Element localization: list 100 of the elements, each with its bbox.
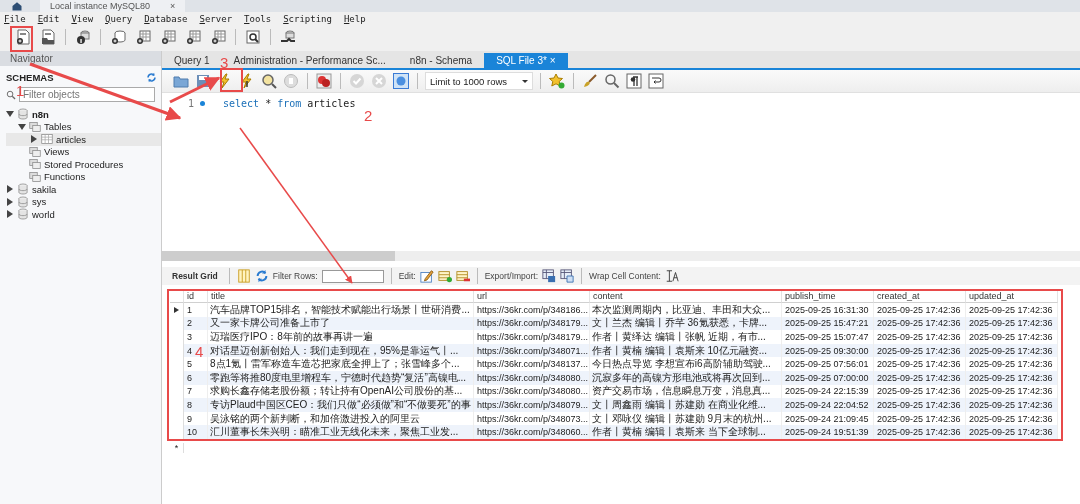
edit-label: Edit: — [398, 271, 416, 281]
import-icon[interactable] — [560, 269, 575, 283]
menu-item[interactable]: Scripting — [283, 13, 332, 24]
database-info-icon[interactable] — [75, 29, 91, 45]
code-token: articles — [307, 98, 356, 109]
search-icon[interactable] — [245, 29, 261, 45]
table-cell: 2025-09-25 17:42:36 — [969, 386, 1053, 397]
table-cell: 2025-09-25 17:42:36 — [969, 372, 1053, 383]
table-cell: 2025-09-25 17:42:36 — [969, 332, 1053, 342]
table-cell: 2025-09-25 17:42:36 — [969, 399, 1053, 410]
table-cell: 2025-09-25 17:42:36 — [877, 332, 961, 342]
menu-item[interactable]: Help — [343, 13, 366, 24]
result-grid-tab[interactable]: Result Grid — [172, 271, 222, 281]
table-cell: 1 — [187, 304, 192, 315]
tree-item[interactable]: sys — [6, 195, 157, 208]
brush-icon[interactable] — [582, 73, 598, 89]
tree-item[interactable]: articles — [6, 133, 161, 146]
collapsed-arrow-icon[interactable] — [6, 210, 14, 219]
table-cell: 2025-09-25 16:31:30 — [785, 304, 869, 315]
export-icon[interactable] — [542, 269, 557, 283]
table-cell: 8 — [187, 399, 192, 410]
tree-item[interactable]: sakila — [6, 183, 157, 196]
menu-item[interactable]: Database — [144, 13, 188, 24]
wrap-icon[interactable] — [648, 73, 664, 89]
add-database-icon[interactable] — [110, 29, 126, 45]
tree-item[interactable]: Tables — [6, 120, 157, 133]
tree-item[interactable]: world — [6, 208, 157, 221]
search-icon[interactable] — [604, 73, 620, 89]
menu-item[interactable]: View — [71, 13, 94, 24]
tree-item[interactable]: Views — [6, 145, 157, 158]
new-sql-file-icon[interactable] — [15, 29, 31, 45]
table-cell: 2025-09-25 15:07:47 — [785, 332, 869, 342]
table-cell: 又一家卡牌公司准备上市了 — [210, 316, 330, 331]
table-cell: 2025-09-25 15:47:21 — [785, 318, 869, 329]
table-cell: 2025-09-25 17:42:36 — [877, 386, 961, 397]
table-cell: 文丨邓咏仪 编辑丨苏建勋 9月末的杭州... — [592, 411, 772, 426]
editor-tab[interactable]: Query 1 — [162, 53, 222, 68]
table-cell: https://36kr.com/p/348073... — [477, 413, 589, 424]
editor-tab[interactable]: n8n - Schema — [397, 53, 485, 68]
connection-tab[interactable]: Local instance MySQL80 × — [40, 0, 186, 12]
table-cell: https://36kr.com/p/348060... — [477, 427, 589, 438]
table-cell: https://36kr.com/p/348079... — [477, 399, 589, 410]
folder-icon[interactable] — [173, 73, 189, 89]
reconnect-icon[interactable] — [280, 29, 296, 45]
menu-item[interactable]: Edit — [37, 13, 60, 24]
tree-item[interactable]: n8n — [6, 108, 157, 121]
code-token: * — [265, 98, 272, 109]
autocommit-icon[interactable] — [393, 73, 409, 89]
refresh-icon[interactable] — [146, 71, 157, 83]
menu-item[interactable]: Tools — [244, 13, 272, 24]
add-procedure-icon[interactable] — [185, 29, 201, 45]
table-cell: 沉寂多年的高镍方形电池或将再次回到... — [592, 370, 771, 385]
table-cell: 文丨周鑫雨 编辑丨苏建勋 在商业化维... — [592, 398, 766, 412]
table-cell: 零跑等将推80度电里增程车，宁德时代趋势“复活”高镍电... — [210, 370, 467, 385]
filter-rows-field[interactable] — [321, 269, 384, 283]
table-cell: 2025-09-25 17:42:36 — [877, 413, 961, 424]
table-cell: 今日热点导览 李想宣布i6高阶辅助驾驶... — [592, 357, 771, 371]
collapsed-arrow-icon[interactable] — [30, 135, 38, 144]
pilcrow-icon[interactable] — [626, 73, 642, 89]
limit-dropdown[interactable]: Limit to 1000 rows — [425, 72, 533, 90]
star-icon[interactable] — [549, 73, 565, 89]
scrollbar[interactable] — [162, 251, 1080, 261]
wrap-text-icon[interactable] — [664, 269, 679, 283]
lightning-icon[interactable] — [217, 73, 233, 89]
table-cell: 2025-09-25 17:42:36 — [877, 359, 961, 370]
refresh-icon[interactable] — [254, 269, 269, 283]
annotation-frame — [220, 68, 243, 92]
collapsed-arrow-icon[interactable] — [6, 185, 14, 194]
menu-item[interactable]: Query — [105, 13, 133, 24]
editor-tab[interactable]: SQL File 3* × — [484, 53, 568, 68]
collapsed-arrow-icon[interactable] — [6, 197, 14, 206]
open-sql-file-icon[interactable] — [40, 29, 56, 45]
panel-title: Navigator — [0, 51, 161, 66]
table-cell: 求购长鑫存储老股份额；转让持有OpenAI公司股份的基... — [210, 384, 463, 399]
table-cell: 2025-09-25 17:42:36 — [877, 304, 961, 315]
table-cell: 2025-09-24 22:15:39 — [785, 386, 869, 397]
menu-item[interactable]: File — [4, 13, 26, 24]
expanded-arrow-icon[interactable] — [18, 122, 26, 131]
edit-icon[interactable] — [419, 269, 434, 283]
table-cell: 资产交易市场，信息瞬息万变，消息真... — [592, 384, 771, 399]
database-icon — [17, 195, 29, 208]
tree-item[interactable]: Functions — [6, 170, 157, 183]
expanded-arrow-icon[interactable] — [6, 110, 14, 119]
toggle-icon[interactable] — [316, 73, 332, 89]
table-cell: https://36kr.com/p/348071... — [477, 345, 589, 356]
annotation-number: 3 — [220, 54, 229, 71]
tree-item[interactable]: Stored Procedures — [6, 158, 157, 171]
add-view-icon[interactable] — [160, 29, 176, 45]
explain-icon[interactable] — [261, 73, 277, 89]
menu-item[interactable]: Server — [199, 13, 233, 24]
add-table-icon[interactable] — [135, 29, 151, 45]
table-cell: 7 — [187, 386, 192, 397]
table-cell: 2025-09-25 17:42:36 — [969, 413, 1053, 424]
add-function-icon[interactable] — [210, 29, 226, 45]
add-row-icon[interactable] — [437, 269, 452, 283]
home-icon[interactable] — [11, 0, 23, 12]
annotation-frame — [10, 26, 33, 52]
delete-row-icon[interactable] — [455, 269, 470, 283]
section-title: SCHEMAS — [6, 71, 54, 83]
table-cell: 作者丨黄楠 编辑丨袁斯来 当下全球制... — [592, 425, 766, 439]
